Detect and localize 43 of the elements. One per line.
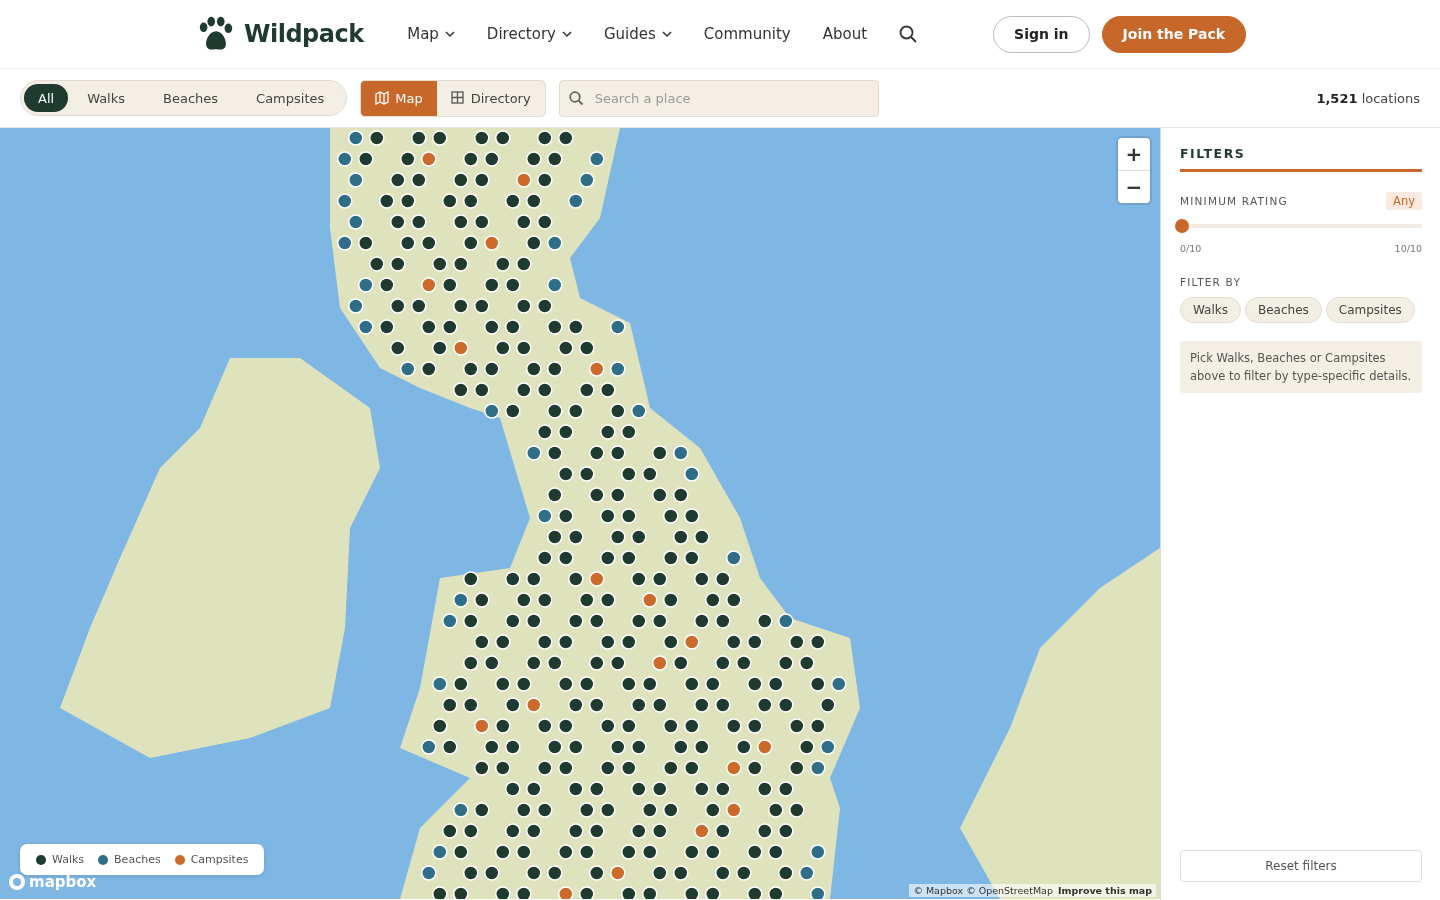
zoom-in-button[interactable]: + — [1118, 138, 1150, 170]
improve-map-link[interactable]: Improve this map — [1057, 885, 1152, 896]
slider-thumb[interactable] — [1175, 219, 1189, 233]
filter-chip[interactable]: Walks — [1180, 297, 1241, 323]
nav-link[interactable]: Directory — [486, 25, 572, 43]
filters-heading: FILTERS — [1180, 146, 1422, 172]
join-button[interactable]: Join the Pack — [1101, 15, 1246, 53]
reset-filters-button[interactable]: Reset filters — [1180, 850, 1422, 882]
legend-label: Campsites — [190, 853, 249, 866]
chevron-down-icon — [562, 30, 572, 38]
slider-min-label: 0/10 — [1180, 243, 1202, 254]
category-tab[interactable]: Beaches — [144, 84, 238, 112]
filter-chip[interactable]: Beaches — [1245, 297, 1322, 323]
location-count: 1,521 locations — [1316, 90, 1420, 106]
filter-hint: Pick Walks, Beaches or Campsites above to filter by type-specific details. — [1180, 341, 1422, 393]
nav-link[interactable]: Community — [703, 25, 791, 43]
mapbox-logo-icon — [8, 873, 26, 891]
legend-label: Beaches — [114, 853, 161, 866]
search-icon — [568, 90, 584, 106]
category-tab[interactable]: Campsites — [237, 84, 344, 112]
map-icon — [375, 91, 390, 105]
view-tab[interactable]: Map — [361, 80, 437, 116]
nav-link[interactable]: About — [822, 25, 868, 43]
legend-label: Walks — [52, 853, 85, 866]
brand-name[interactable]: Wildpack — [244, 20, 364, 48]
chevron-down-icon — [661, 30, 672, 38]
nav-link[interactable]: Map — [407, 25, 455, 43]
category-tab[interactable]: Walks — [68, 84, 145, 112]
map-attribution[interactable]: © Mapbox © OpenStreetMap — [913, 885, 1053, 896]
chevron-down-icon — [444, 30, 455, 38]
search-icon[interactable] — [899, 25, 918, 43]
search-field[interactable]: Search a place — [558, 79, 879, 117]
category-tab[interactable]: All — [24, 84, 69, 112]
sign-in-button[interactable]: Sign in — [993, 15, 1090, 53]
rating-value-tag: Any — [1386, 192, 1422, 210]
grid-icon — [450, 91, 465, 105]
view-tab[interactable]: Directory — [436, 80, 545, 116]
zoom-out-button[interactable]: − — [1118, 171, 1150, 203]
nav-link[interactable]: Guides — [604, 25, 672, 43]
slider-max-label: 10/10 — [1394, 243, 1422, 254]
rating-label: MINIMUM RATING — [1180, 195, 1288, 207]
filter-by-label: FILTER BY — [1180, 276, 1243, 288]
filter-chip[interactable]: Campsites — [1325, 297, 1415, 323]
